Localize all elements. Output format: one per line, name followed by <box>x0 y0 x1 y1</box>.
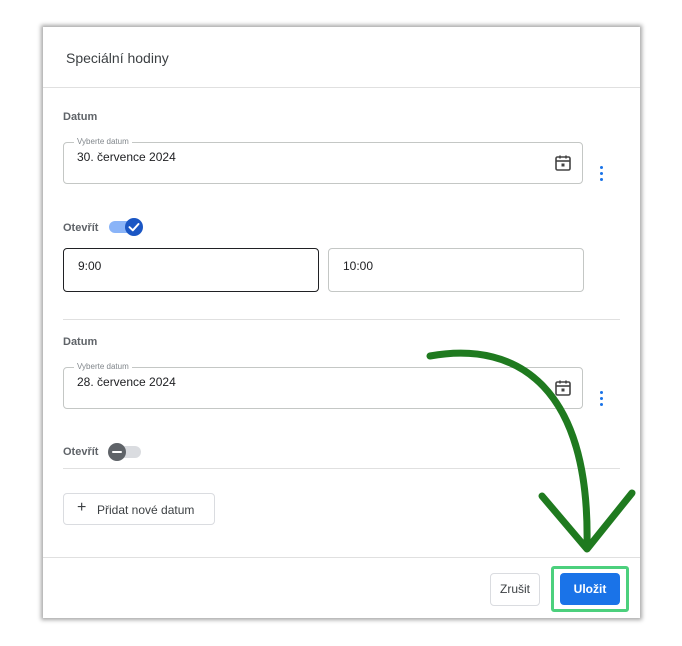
calendar-icon[interactable] <box>554 379 572 397</box>
footer-divider <box>43 557 640 558</box>
date-field-value: 30. července 2024 <box>77 150 176 164</box>
special-hours-dialog: Speciální hodiny Datum Vyberte datum 30.… <box>43 27 640 618</box>
date-field-value: 28. července 2024 <box>77 375 176 389</box>
calendar-icon[interactable] <box>554 154 572 172</box>
date-field-label: Vyberte datum <box>74 362 132 372</box>
date-section-label: Datum <box>63 111 98 123</box>
time-to-input[interactable]: 10:00 <box>328 248 584 292</box>
open-toggle[interactable] <box>107 442 143 462</box>
save-button[interactable]: Uložit <box>560 573 620 605</box>
time-from-input[interactable]: 9:00 <box>63 248 319 292</box>
cancel-button[interactable]: Zrušit <box>490 573 540 606</box>
open-toggle[interactable] <box>109 217 145 237</box>
open-toggle-label: Otevřít <box>63 222 99 234</box>
more-vert-icon[interactable] <box>595 164 609 184</box>
date-section-label: Datum <box>63 336 98 348</box>
date-field-label: Vyberte datum <box>74 137 132 147</box>
entry-divider <box>63 319 620 320</box>
add-date-label: Přidat nové datum <box>97 503 195 517</box>
date-field[interactable]: Vyberte datum 28. července 2024 <box>63 362 583 409</box>
dialog-header: Speciální hodiny <box>43 27 640 88</box>
plus-icon: + <box>77 499 87 516</box>
open-toggle-label: Otevřít <box>63 446 99 458</box>
more-vert-icon[interactable] <box>595 389 609 409</box>
add-date-button[interactable]: + Přidat nové datum <box>63 493 215 525</box>
entry-divider <box>63 468 620 469</box>
dialog-title: Speciální hodiny <box>66 50 169 66</box>
date-field[interactable]: Vyberte datum 30. července 2024 <box>63 137 583 184</box>
